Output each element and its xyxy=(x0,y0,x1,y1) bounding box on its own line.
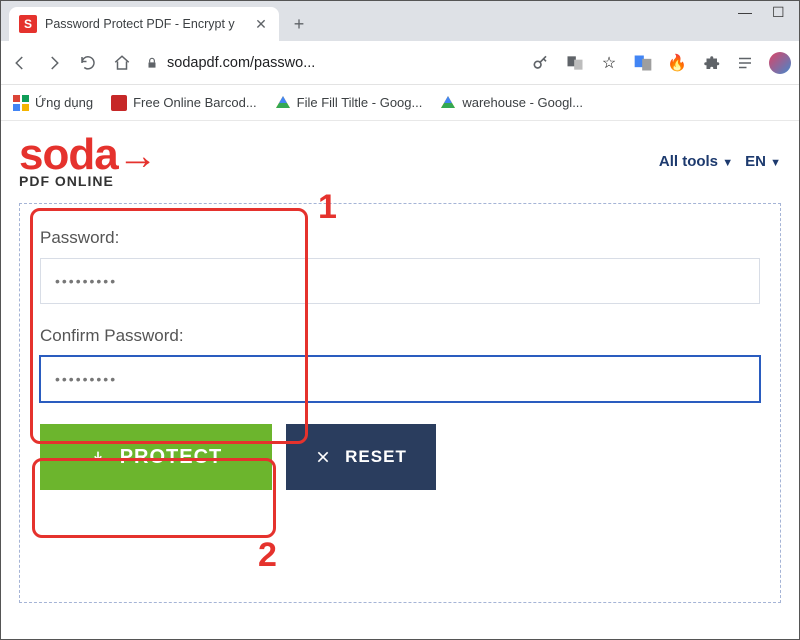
protect-button[interactable]: PROTECT xyxy=(40,424,272,490)
bookmark-item[interactable]: File Fill Tiltle - Goog... xyxy=(275,95,423,111)
new-tab-button[interactable]: + xyxy=(285,10,313,38)
extensions-puzzle-icon[interactable] xyxy=(701,53,721,73)
language-menu[interactable]: EN ▼ xyxy=(745,153,781,170)
back-button[interactable] xyxy=(9,52,31,74)
confirm-password-input[interactable] xyxy=(40,356,760,402)
site-header: soda→ PDF ONLINE All tools ▼ EN ▼ xyxy=(1,121,799,197)
lock-icon xyxy=(145,56,159,70)
close-icon xyxy=(315,449,331,465)
bookmark-label: Free Online Barcod... xyxy=(133,95,257,110)
apps-label: Ứng dụng xyxy=(35,95,93,110)
key-icon[interactable] xyxy=(531,53,551,73)
confirm-password-label: Confirm Password: xyxy=(40,326,760,346)
browser-tab[interactable]: S Password Protect PDF - Encrypt y ✕ xyxy=(9,7,279,41)
address-bar[interactable]: sodapdf.com/passwo... xyxy=(145,55,385,71)
password-label: Password: xyxy=(40,228,760,248)
reset-button-label: RESET xyxy=(345,447,407,467)
logo-text: soda xyxy=(19,130,118,179)
home-button[interactable] xyxy=(111,52,133,74)
tab-title: Password Protect PDF - Encrypt y xyxy=(45,17,245,31)
extension-fire-icon[interactable]: 🔥 xyxy=(667,53,687,73)
forward-button[interactable] xyxy=(43,52,65,74)
star-icon[interactable]: ☆ xyxy=(599,53,619,73)
window-maximize[interactable]: ☐ xyxy=(772,4,786,18)
chevron-down-icon: ▼ xyxy=(722,157,733,169)
url-text: sodapdf.com/passwo... xyxy=(167,55,315,71)
bookmarks-bar: Ứng dụng Free Online Barcod... File Fill… xyxy=(1,85,799,121)
download-arrow-icon xyxy=(90,449,106,465)
extension-translate-icon[interactable] xyxy=(633,53,653,73)
window-minimize[interactable]: — xyxy=(738,4,752,18)
bookmark-item[interactable]: Free Online Barcod... xyxy=(111,95,257,111)
reload-button[interactable] xyxy=(77,52,99,74)
favicon-icon: S xyxy=(19,15,37,33)
site-logo[interactable]: soda→ PDF ONLINE xyxy=(19,135,158,187)
arrow-icon: → xyxy=(118,134,158,178)
tab-strip: S Password Protect PDF - Encrypt y ✕ + xyxy=(1,1,799,41)
form-panel: Password: Confirm Password: PROTECT RESE… xyxy=(19,203,781,603)
profile-avatar[interactable] xyxy=(769,52,791,74)
apps-icon xyxy=(13,95,29,111)
annotation-number-2: 2 xyxy=(258,536,277,575)
all-tools-menu[interactable]: All tools ▼ xyxy=(659,153,733,170)
bookmark-item[interactable]: warehouse - Googl... xyxy=(440,95,583,111)
protect-button-label: PROTECT xyxy=(120,446,223,469)
drive-icon xyxy=(440,95,456,111)
bookmark-favicon-icon xyxy=(111,95,127,111)
chevron-down-icon: ▼ xyxy=(770,157,781,169)
translate-icon[interactable] xyxy=(565,53,585,73)
close-tab-icon[interactable]: ✕ xyxy=(253,16,269,32)
reset-button[interactable]: RESET xyxy=(286,424,436,490)
drive-icon xyxy=(275,95,291,111)
bookmark-label: warehouse - Googl... xyxy=(462,95,583,110)
password-input[interactable] xyxy=(40,258,760,304)
browser-toolbar: sodapdf.com/passwo... ☆ 🔥 xyxy=(1,41,799,85)
bookmark-label: File Fill Tiltle - Goog... xyxy=(297,95,423,110)
apps-shortcut[interactable]: Ứng dụng xyxy=(13,95,93,111)
reading-list-icon[interactable] xyxy=(735,53,755,73)
